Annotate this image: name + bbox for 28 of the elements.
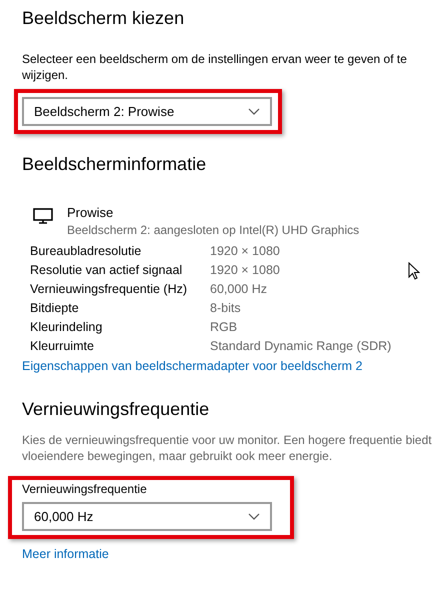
info-value: Standard Dynamic Range (SDR) bbox=[210, 339, 392, 353]
info-label: Vernieuwingsfrequentie (Hz) bbox=[30, 282, 188, 296]
info-value: 60,000 Hz bbox=[210, 282, 268, 296]
adapter-properties-link[interactable]: Eigenschappen van beeldschermadapter voor beeldscherm 2 bbox=[22, 359, 362, 373]
info-label: Resolutie van actief signaal bbox=[30, 263, 184, 277]
info-label: Bitdiepte bbox=[30, 301, 80, 315]
info-value: 1920 × 1080 bbox=[210, 263, 281, 277]
description: Kies de vernieuwingsfrequentie voor uw monitor. Een hogere frequentie biedt vloeiendere bewegingen, maar gebruikt ook meer energie. bbox=[22, 432, 433, 464]
section-title: Vernieuwingsfrequentie bbox=[22, 399, 210, 420]
dropdown[interactable]: 60,000 Hz bbox=[22, 502, 272, 531]
monitor-icon bbox=[33, 208, 53, 224]
mouse-pointer-icon bbox=[408, 262, 420, 280]
info-label: Bureaubladresolutie bbox=[30, 244, 142, 258]
description: Selecteer een beeldscherm om de instellingen ervan weer te geven of te wijzigen. bbox=[22, 51, 408, 83]
chevron-down-icon bbox=[248, 108, 260, 116]
info-value: 1920 × 1080 bbox=[210, 244, 281, 258]
chevron-down-icon bbox=[248, 512, 260, 520]
field-label: Vernieuwingsfrequentie bbox=[22, 482, 148, 496]
dropdown[interactable]: Beeldscherm 2: Prowise bbox=[22, 97, 272, 126]
monitor-name: Prowise bbox=[67, 205, 114, 220]
section-title: Beeldscherm kiezen bbox=[22, 8, 186, 29]
info-label: Kleurruimte bbox=[30, 339, 95, 353]
section-title: Beeldscherminformatie bbox=[22, 154, 208, 175]
info-value: RGB bbox=[210, 320, 238, 334]
info-label: Kleurindeling bbox=[30, 320, 104, 334]
info-value: 8-bits bbox=[210, 301, 242, 315]
monitor-detail: Beeldscherm 2: aangesloten op Intel(R) UHD Graphics bbox=[67, 223, 360, 237]
more-info-link[interactable]: Meer informatie bbox=[22, 547, 109, 561]
